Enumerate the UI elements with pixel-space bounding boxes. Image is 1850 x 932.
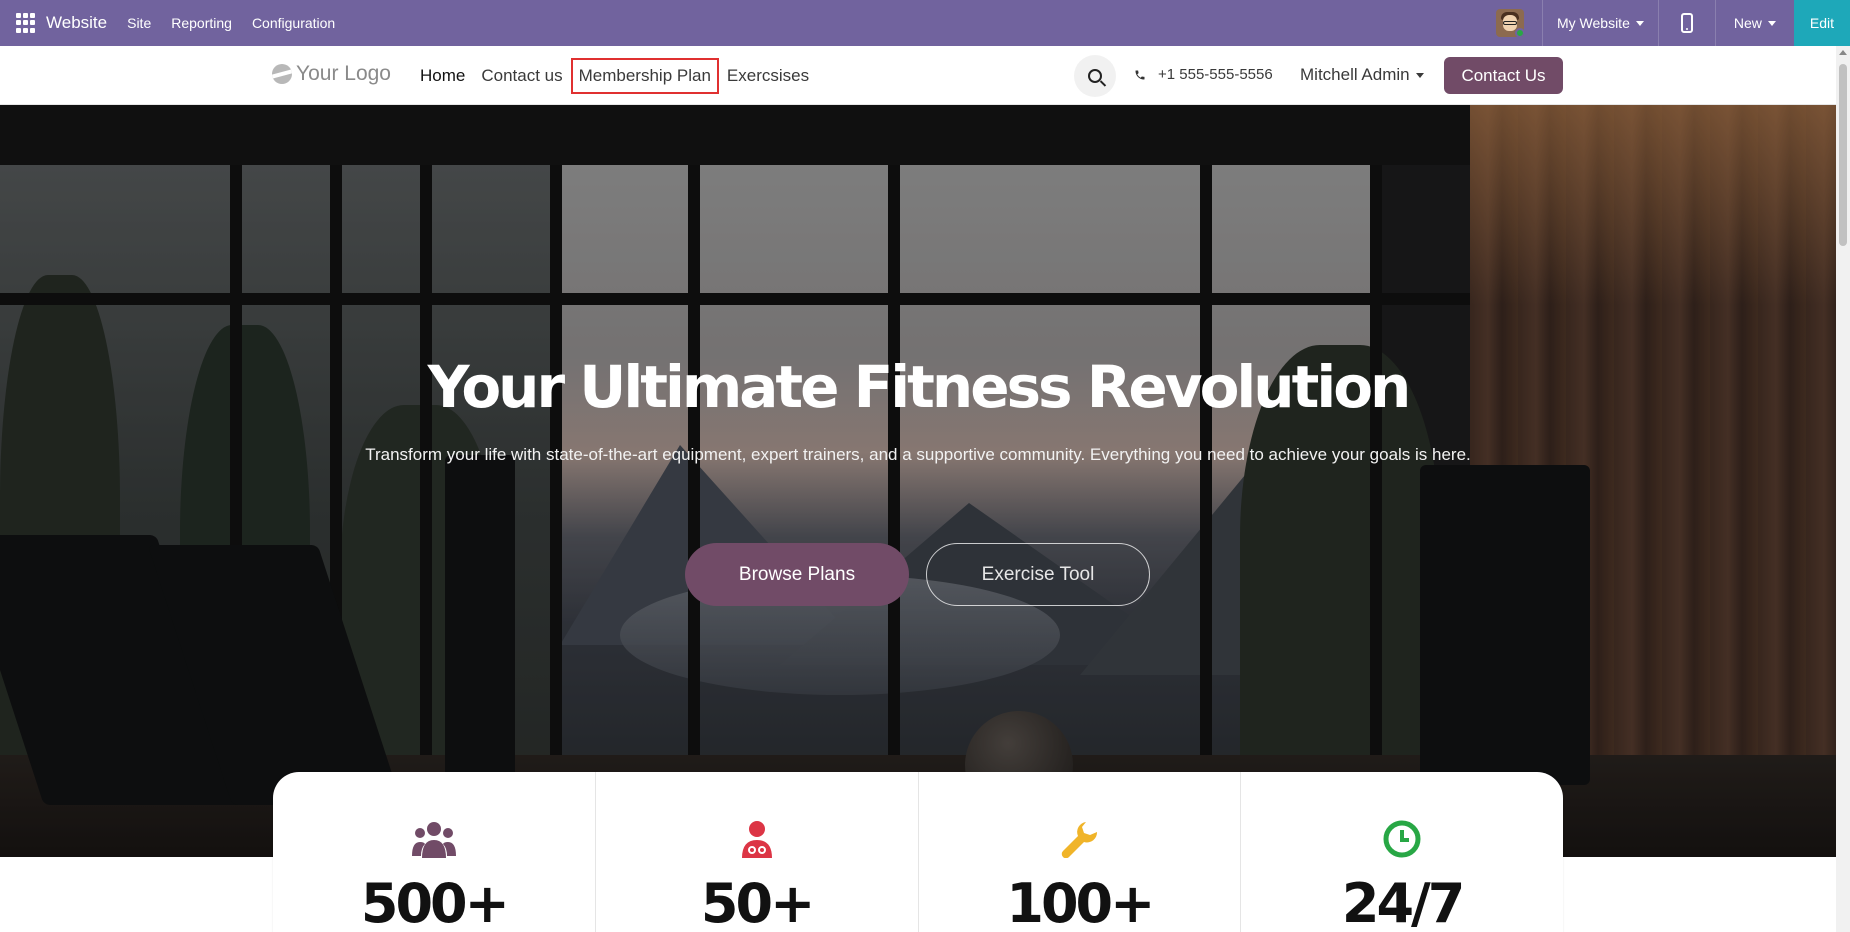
site-header: Your Logo Home Contact us Membership Pla…: [0, 46, 1836, 105]
stat-value: 50+: [700, 872, 815, 932]
website-switcher[interactable]: My Website: [1541, 0, 1658, 46]
user-avatar-button[interactable]: [1482, 0, 1542, 46]
search-icon: [1088, 69, 1102, 83]
main-nav: Home Contact us Membership Plan Exercsis…: [412, 46, 817, 105]
admin-menu-configuration[interactable]: Configuration: [252, 15, 335, 31]
hero-section: Your Ultimate Fitness Revolution Transfo…: [0, 105, 1836, 857]
clock-icon: [1383, 820, 1421, 858]
site-logo[interactable]: Your Logo: [272, 62, 391, 86]
stat-hours: 24/7: [1241, 772, 1563, 932]
page-scrollbar[interactable]: [1836, 46, 1850, 932]
chevron-down-icon: [1767, 20, 1776, 26]
doctor-icon: [741, 821, 772, 858]
user-dropdown[interactable]: Mitchell Admin: [1300, 65, 1424, 85]
stat-trainers: 50+: [596, 772, 919, 932]
edit-button[interactable]: Edit: [1793, 0, 1850, 46]
user-name: Mitchell Admin: [1300, 65, 1410, 84]
chevron-down-icon: [1415, 73, 1424, 79]
hero-subtitle: Transform your life with state-of-the-ar…: [365, 445, 1471, 464]
users-icon: [411, 822, 456, 858]
search-button[interactable]: [1074, 55, 1116, 97]
new-button[interactable]: New: [1714, 0, 1794, 46]
phone-link[interactable]: +1 555-555-5556: [1134, 66, 1273, 83]
logo-mark-icon: [272, 64, 292, 84]
nav-exercises[interactable]: Exercsises: [719, 58, 817, 94]
admin-bar: Website Site Reporting Configuration My …: [0, 0, 1850, 46]
logo-text: Your Logo: [296, 62, 391, 85]
nav-contact-us[interactable]: Contact us: [473, 58, 570, 94]
admin-brand[interactable]: Website: [46, 13, 107, 33]
nav-home[interactable]: Home: [412, 58, 473, 94]
edit-button-label: Edit: [1809, 15, 1834, 31]
new-button-label: New: [1733, 15, 1762, 31]
hero-title: Your Ultimate Fitness Revolution: [427, 353, 1412, 421]
browse-plans-button[interactable]: Browse Plans: [685, 543, 909, 606]
mobile-preview-button[interactable]: [1657, 0, 1715, 46]
stat-members: 500+: [273, 772, 596, 932]
wrench-icon: [1062, 822, 1098, 858]
scroll-up-icon[interactable]: [1839, 50, 1847, 55]
stat-value: 24/7: [1341, 872, 1465, 932]
avatar: [1495, 9, 1524, 37]
contact-us-button[interactable]: Contact Us: [1444, 57, 1563, 94]
phone-icon: [1135, 70, 1145, 79]
stat-equipment: 100+: [919, 772, 1242, 932]
stats-card: 500+ 50+ 100+ 24/7: [273, 772, 1563, 932]
admin-menu-reporting[interactable]: Reporting: [171, 15, 232, 31]
mobile-icon: [1680, 13, 1693, 33]
scrollbar-thumb[interactable]: [1839, 64, 1847, 246]
phone-number: +1 555-555-5556: [1158, 66, 1273, 83]
admin-menu-site[interactable]: Site: [127, 15, 151, 31]
apps-grid-icon[interactable]: [16, 13, 36, 33]
website-switcher-label: My Website: [1556, 15, 1630, 31]
stat-value: 500+: [360, 872, 510, 932]
online-status-dot: [1514, 28, 1524, 37]
stat-value: 100+: [1006, 872, 1155, 932]
chevron-down-icon: [1635, 20, 1644, 26]
nav-membership-plan[interactable]: Membership Plan: [570, 57, 719, 94]
admin-right-group: My Website New Edit: [1482, 0, 1850, 46]
exercise-tool-button[interactable]: Exercise Tool: [926, 543, 1150, 606]
